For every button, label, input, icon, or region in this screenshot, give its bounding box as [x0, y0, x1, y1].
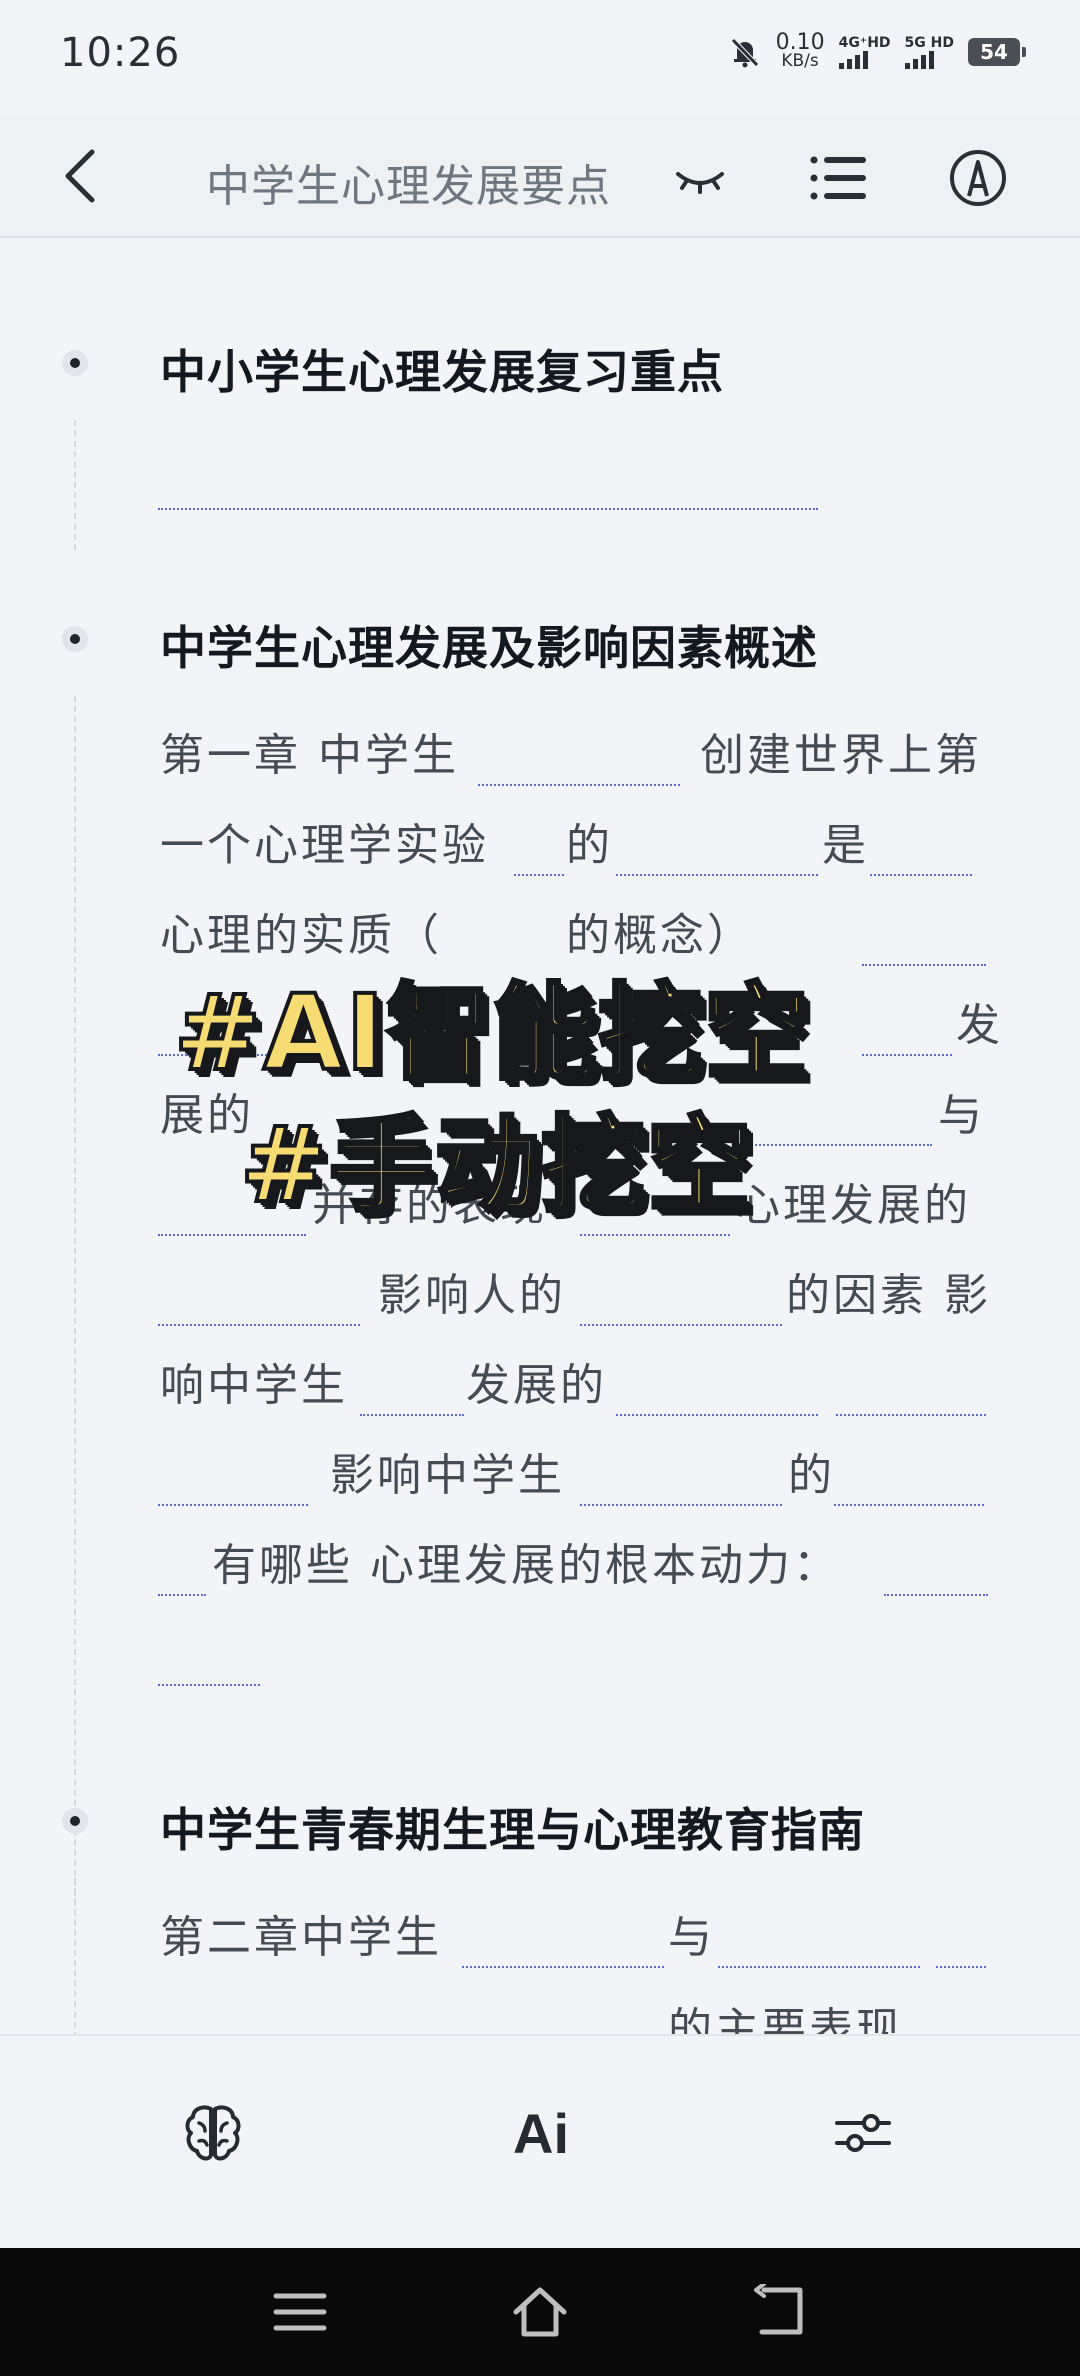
body-text: 的	[788, 1450, 835, 1501]
section-heading[interactable]: 中学生心理发展及影响因素概述	[160, 612, 818, 678]
fill-blank[interactable]	[616, 874, 818, 876]
body-text: 的主要表现	[668, 2004, 903, 2034]
body-text: 一个心理学实验	[160, 820, 489, 871]
outline-connector	[74, 420, 76, 550]
network-speed: 0.10 KB/s	[775, 30, 825, 71]
fill-blank[interactable]	[580, 1324, 782, 1326]
fill-blank[interactable]	[732, 1144, 932, 1146]
status-bar: 10:26 0.10 KB/s 4G⁺HD 5G HD 54	[0, 0, 1080, 118]
outline-bullet[interactable]	[62, 626, 88, 652]
fill-blank[interactable]	[936, 1966, 986, 1968]
fill-blank[interactable]	[158, 1504, 308, 1506]
brain-button[interactable]	[168, 2088, 258, 2178]
fill-blank[interactable]	[158, 1324, 360, 1326]
fill-blank[interactable]	[462, 1966, 664, 1968]
fill-blank[interactable]	[870, 874, 972, 876]
body-text: 与	[938, 1090, 985, 1141]
status-time: 10:26	[60, 30, 181, 76]
ai-button[interactable]: Ai	[496, 2088, 586, 2178]
signal-bars-icon	[838, 51, 868, 69]
outline-connector	[74, 1878, 76, 2034]
app-bar: 中学生心理发展要点	[0, 118, 1080, 238]
body-text: 创建世界上第	[700, 730, 982, 781]
body-text: 第一章 中学生	[160, 730, 459, 781]
fill-blank[interactable]	[862, 964, 986, 966]
back-arrow-icon[interactable]	[58, 146, 108, 206]
fill-blank[interactable]	[616, 1414, 818, 1416]
network-speed-unit: KB/s	[781, 51, 819, 71]
fill-blank[interactable]	[580, 1234, 730, 1236]
fill-blank[interactable]	[158, 1594, 206, 1596]
network-speed-value: 0.10	[775, 30, 825, 55]
fill-blank[interactable]	[158, 1234, 306, 1236]
fill-blank[interactable]	[360, 1414, 464, 1416]
body-text: 发	[956, 1000, 1003, 1051]
body-text: 心理发展的	[736, 1180, 971, 1231]
signal-4g-label: 4G⁺HD	[838, 35, 891, 51]
outline-bullet[interactable]	[62, 1808, 88, 1834]
ai-sparkle-icon: Ai	[513, 2101, 569, 2165]
home-nav-icon[interactable]	[510, 2284, 570, 2340]
fill-blank[interactable]	[514, 874, 564, 876]
brain-icon	[185, 2105, 241, 2161]
settings-button[interactable]	[818, 2088, 908, 2178]
outline-connector	[74, 696, 76, 1966]
bottom-toolbar: Ai	[0, 2034, 1080, 2250]
fill-blank[interactable]	[580, 1504, 782, 1506]
signal-5g: 5G HD	[904, 35, 954, 69]
fill-blank[interactable]	[862, 1054, 952, 1056]
signal-4g: 4G⁺HD	[838, 35, 891, 69]
overlay-stamp-ai: #AI智能挖空	[172, 970, 811, 1096]
outline-bullet[interactable]	[62, 350, 88, 376]
sliders-icon	[835, 2114, 891, 2152]
section-heading[interactable]: 中学生青春期生理与心理教育指南	[160, 1794, 865, 1860]
eye-closed-icon[interactable]	[670, 148, 730, 208]
body-text: 与	[668, 1912, 715, 1963]
body-text: 发展的	[466, 1360, 607, 1411]
status-icons: 0.10 KB/s 4G⁺HD 5G HD 54	[728, 30, 1026, 71]
battery-icon: 54	[968, 38, 1026, 66]
system-nav-bar	[0, 2248, 1080, 2376]
menu-nav-icon[interactable]	[270, 2284, 330, 2340]
fill-blank[interactable]	[718, 1966, 920, 1968]
fill-blank[interactable]	[834, 1504, 984, 1506]
overlay-stamp-manual: #手动挖空	[238, 1102, 754, 1228]
body-text: 的因素 影	[786, 1270, 991, 1321]
body-text: 影响人的	[378, 1270, 566, 1321]
list-icon[interactable]	[808, 148, 868, 208]
body-text: 是	[822, 820, 869, 871]
body-text: 第二章中学生	[160, 1912, 442, 1963]
signal-bars-icon	[904, 51, 934, 69]
fill-blank[interactable]	[478, 784, 680, 786]
fill-blank[interactable]	[836, 1414, 986, 1416]
body-text: 响中学生	[160, 1360, 348, 1411]
signal-5g-label: 5G HD	[904, 35, 954, 51]
fill-blank[interactable]	[158, 508, 818, 510]
body-text: 影响中学生	[330, 1450, 565, 1501]
fill-blank[interactable]	[158, 1684, 260, 1686]
outline-content: 中小学生心理发展复习重点 中学生心理发展及影响因素概述 第一章 中学生 创建世界…	[0, 238, 1080, 2034]
body-text: 有哪些 心理发展的根本动力：	[212, 1540, 840, 1591]
body-text: 的	[566, 820, 613, 871]
back-nav-icon[interactable]	[750, 2284, 810, 2340]
pen-circle-icon[interactable]	[948, 148, 1008, 208]
document-title: 中学生心理发展要点	[206, 161, 611, 212]
section-heading[interactable]: 中小学生心理发展复习重点	[160, 336, 724, 402]
fill-blank[interactable]	[884, 1594, 988, 1596]
mute-bell-icon	[730, 38, 759, 68]
